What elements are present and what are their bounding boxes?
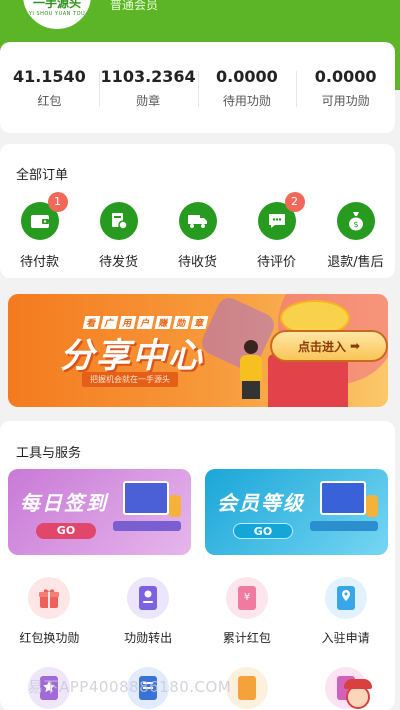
- go-button[interactable]: GO: [36, 523, 96, 539]
- logo-subtext: YI SHOU YUAN TOU: [28, 11, 86, 17]
- tile-title: 每日签到: [20, 491, 108, 515]
- banner-decoration: [198, 294, 278, 374]
- member-level-label: 普通会员: [110, 0, 159, 12]
- stat-value: 41.1540: [12, 66, 86, 86]
- svg-text:$: $: [353, 220, 358, 229]
- stat-available-merit[interactable]: 0.0000 可用功勋: [296, 67, 395, 109]
- order-count-badge: 2: [284, 192, 305, 212]
- stat-medal[interactable]: 1103.2364 勋章: [98, 66, 198, 109]
- computer-illustration-icon: [113, 481, 181, 537]
- service-cumulative-redpacket[interactable]: ¥ 累计红包: [198, 577, 297, 646]
- order-label: 待收货: [177, 255, 217, 270]
- service-label: 累计红包: [222, 631, 271, 645]
- banner-title: 分享中心: [60, 336, 204, 376]
- service-redpacket-to-merit[interactable]: 红包换功勋: [0, 577, 99, 646]
- coupon-icon: ¥: [225, 577, 268, 619]
- stat-value: 0.0000: [216, 66, 278, 86]
- stat-label: 待用功勋: [222, 93, 271, 108]
- order-label: 待付款: [19, 255, 59, 270]
- gift-icon: [28, 577, 71, 619]
- stat-pending-merit[interactable]: 0.0000 待用功勋: [197, 66, 297, 109]
- service-label: 红包换功勋: [19, 631, 80, 645]
- order-label: 待评价: [256, 255, 296, 270]
- order-label: 退款/售后: [327, 255, 384, 270]
- tools-services-card: 工具与服务 每日签到 GO 会员等级 GO 红包换功勋 功勋转出 ¥ 累计红包 …: [0, 421, 395, 710]
- enter-button-label: 点击进入: [297, 339, 346, 354]
- go-button[interactable]: GO: [233, 523, 293, 539]
- order-refund-aftersale[interactable]: $ 退款/售后: [316, 202, 395, 270]
- stat-value: 0.0000: [314, 66, 377, 86]
- tile-title: 会员等级: [217, 491, 305, 515]
- app-logo: 一手源头 YI SHOU YUAN TOU: [20, 0, 94, 32]
- order-pending-payment[interactable]: 1 待付款: [0, 192, 79, 270]
- tools-title: 工具与服务: [16, 446, 82, 461]
- banner-tagline: 把握机会就在一手源头: [82, 372, 178, 387]
- enter-button[interactable]: 点击进入 ➡: [270, 330, 388, 362]
- order-pending-review[interactable]: 2 待评价: [237, 192, 316, 270]
- share-center-banner[interactable]: 看 广 用 户 赚 勋 章 分享中心 把握机会就在一手源头 点击进入 ➡: [8, 294, 388, 407]
- service-label: 入驻申请: [321, 631, 370, 645]
- stats-card: 41.1540 红包 1103.2364 勋章 0.0000 待用功勋 0.00…: [0, 42, 395, 133]
- service-label: 功勋转出: [124, 631, 173, 645]
- orange-card-icon: [225, 667, 268, 709]
- daily-signin-tile[interactable]: 每日签到 GO: [8, 469, 191, 555]
- member-level-tile[interactable]: 会员等级 GO: [205, 469, 388, 555]
- service-merit-transfer[interactable]: 功勋转出: [99, 577, 198, 646]
- stat-value: 1103.2364: [100, 66, 196, 86]
- stat-label: 勋章: [136, 93, 161, 108]
- mascot-icon: [340, 679, 380, 710]
- service-join-application[interactable]: 入驻申请: [296, 577, 395, 646]
- order-count-badge: 1: [47, 192, 68, 212]
- money-bag-icon: $: [336, 202, 375, 240]
- orders-title[interactable]: 全部订单: [16, 164, 68, 183]
- orders-card: 全部订单 1 待付款 待发货 待收货 2 待评价 $ 退款/售后: [0, 144, 395, 278]
- banner-person-illustration: [240, 340, 262, 400]
- order-pending-receipt[interactable]: 待收货: [158, 202, 237, 270]
- order-label: 待发货: [98, 255, 138, 270]
- stat-label: 可用功勋: [321, 93, 370, 108]
- logo-text: 一手源头: [32, 0, 81, 10]
- watermark-text: 易下APP4008886180.COM: [28, 678, 232, 696]
- truck-icon: [178, 202, 217, 240]
- svg-text:¥: ¥: [244, 592, 250, 603]
- location-pin-icon: [324, 577, 367, 619]
- arrow-right-icon: ➡: [349, 339, 361, 353]
- order-status-row: 1 待付款 待发货 待收货 2 待评价 $ 退款/售后: [0, 192, 395, 270]
- order-pending-shipment[interactable]: 待发货: [79, 202, 158, 270]
- package-icon: [99, 202, 138, 240]
- computer-illustration-icon: [310, 481, 378, 537]
- services-row: 红包换功勋 功勋转出 ¥ 累计红包 入驻申请: [0, 577, 395, 646]
- stat-label: 红包: [37, 93, 62, 108]
- card-icon: [127, 577, 170, 619]
- stat-red-packet[interactable]: 41.1540 红包: [0, 67, 99, 109]
